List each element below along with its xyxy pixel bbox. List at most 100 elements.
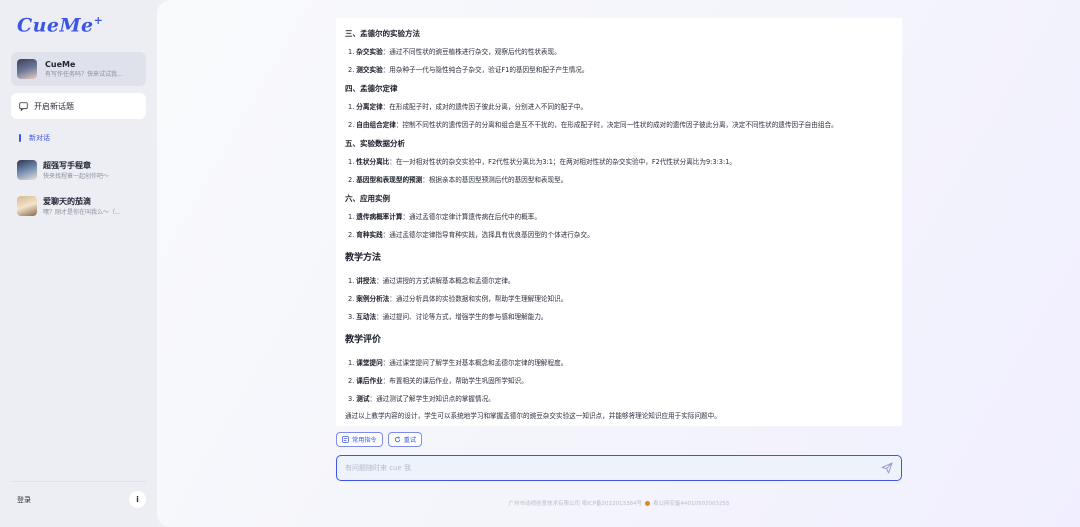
list-item: 3. 测试：通过测试了解学生对知识点的掌握情况。 — [345, 390, 894, 408]
list-item: 2. 课后作业：布置相关的课后作业，帮助学生巩固所学知识。 — [345, 372, 894, 390]
list-text: ：通过提问、讨论等方式，增强学生的参与感和理解能力。 — [376, 313, 548, 321]
command-icon — [342, 436, 349, 443]
list-number: 2. — [348, 121, 355, 129]
list-text: ：在一对相对性状的杂交实验中，F2代性状分离比为3:1；在两对相对性状的杂交实验… — [389, 158, 737, 166]
chat-message-content: 三、孟德尔的实验方法 1. 杂交实验：通过不同性状的豌豆植株进行杂交，观察后代的性状… — [336, 18, 902, 426]
list-term: 性状分离比 — [356, 158, 390, 166]
cueme-logo[interactable]: CueMe+ — [17, 14, 146, 40]
list-text: ：控制不同性状的遗传因子的分离和组合是互不干扰的，在形成配子时，决定同一性状的成… — [395, 121, 838, 129]
chatter-avatar — [17, 196, 37, 216]
new-topic-label: 开启新话题 — [34, 101, 74, 111]
site-footer: 广州市动视创意技术有限公司 粤ICP备2022013384号 粤公网安备4401… — [336, 499, 902, 507]
list-number: 2. — [348, 176, 355, 184]
list-term: 基因型和表现型的预测 — [356, 176, 423, 184]
assistant-name: 超强写手程章 — [43, 161, 91, 170]
sidebar: CueMe+ CueMe 有写作任务吗？快来试试我... 开启新话题 新对话 超… — [0, 0, 157, 527]
retry-label: 重试 — [403, 437, 417, 444]
writer-avatar — [17, 160, 37, 180]
list-term: 测交实验 — [356, 66, 383, 74]
retry-button[interactable]: 重试 — [387, 432, 423, 447]
main-panel: 三、孟德尔的实验方法 1. 杂交实验：通过不同性状的豌豆植株进行杂交，观察后代的性状… — [157, 0, 1080, 527]
section-heading: 四、孟德尔定律 — [345, 84, 398, 93]
list-number: 2. — [348, 231, 355, 239]
list-text: ：通过分析具体的实验数据和实例，帮助学生理解理论知识。 — [389, 295, 568, 303]
list-number: 1. — [348, 158, 355, 166]
list-number: 1. — [348, 213, 355, 221]
list-term: 分离定律 — [356, 103, 383, 111]
list-number: 1. — [348, 103, 355, 111]
section-heading: 三、孟德尔的实验方法 — [345, 29, 420, 38]
list-number: 2. — [348, 66, 355, 74]
list-item: 2. 测交实验：用杂种子一代与隐性纯合子杂交，验证F1的基因型和配子产生情况。 — [345, 61, 894, 79]
list-term: 案例分析法 — [356, 295, 390, 303]
cueme-avatar — [17, 59, 37, 79]
icp-record[interactable]: 广州市动视创意技术有限公司 粤ICP备2022013384号 — [508, 499, 642, 507]
assistant-name: 爱聊天的茄滴 — [43, 197, 91, 206]
sidebar-footer: 登录 i — [11, 481, 146, 509]
assistant-subtitle: 有写作任务吗？快来试试我... — [45, 71, 123, 78]
police-badge-icon — [645, 500, 651, 506]
logo-plus: + — [93, 14, 104, 27]
section-heading: 教学评价 — [345, 335, 382, 345]
list-term: 育种实践 — [356, 231, 383, 239]
list-number: 3. — [348, 313, 355, 321]
list-text: ：通过孟德尔定律指导育种实践，选择具有优良基因型的个体进行杂交。 — [382, 231, 594, 239]
assistant-item-writer[interactable]: 超强写手程章 快来找程章一起创作吧～ — [11, 157, 146, 183]
list-term: 讲授法 — [356, 277, 377, 285]
list-item: 1. 遗传病概率计算：通过孟德尔定律计算遗传病在后代中的概率。 — [345, 208, 894, 226]
list-text: ：通过测试了解学生对知识点的掌握情况。 — [369, 395, 495, 403]
logo-text: CueMe — [17, 14, 94, 37]
assistant-item-chatter[interactable]: 爱聊天的茄滴 嘿？刚才是你在叫我么～（... — [11, 193, 146, 219]
list-term: 测试 — [356, 395, 370, 403]
list-text: ：布置相关的课后作业，帮助学生巩固所学知识。 — [382, 377, 528, 385]
section-heading: 五、实验数据分析 — [345, 139, 405, 148]
list-text: ：通过孟德尔定律计算遗传病在后代中的概率。 — [402, 213, 541, 221]
summary-paragraph: 通过以上教学内容的设计，学生可以系统地学习和掌握孟德尔的豌豆杂交实验这一知识点，… — [345, 412, 721, 420]
list-number: 1. — [348, 277, 355, 285]
list-text: ：根据亲本的基因型预测后代的基因型和表现型。 — [422, 176, 568, 184]
list-term: 课后作业 — [356, 377, 383, 385]
list-item: 1. 讲授法：通过讲授的方式讲解基本概念和孟德尔定律。 — [345, 272, 894, 290]
common-commands-label: 常用指令 — [352, 437, 377, 444]
list-number: 1. — [348, 359, 355, 367]
list-text: ：在形成配子时，成对的遗传因子彼此分离，分别进入不同的配子中。 — [382, 103, 588, 111]
list-text: ：用杂种子一代与隐性纯合子杂交，验证F1的基因型和配子产生情况。 — [382, 66, 589, 74]
list-number: 2. — [348, 295, 355, 303]
message-input[interactable] — [345, 464, 881, 472]
list-item: 1. 分离定律：在形成配子时，成对的遗传因子彼此分离，分别进入不同的配子中。 — [345, 98, 894, 116]
list-term: 自由组合定律 — [356, 121, 396, 129]
list-item: 2. 案例分析法：通过分析具体的实验数据和实例，帮助学生理解理论知识。 — [345, 290, 894, 308]
list-number: 2. — [348, 377, 355, 385]
new-chat-label: 新对话 — [29, 134, 50, 142]
new-topic-button[interactable]: 开启新话题 — [11, 93, 146, 119]
section-heading: 六、应用实例 — [345, 194, 390, 203]
list-term: 遗传病概率计算 — [356, 213, 403, 221]
list-number: 3. — [348, 395, 355, 403]
list-item: 1. 性状分离比：在一对相对性状的杂交实验中，F2代性状分离比为3:1；在两对相对… — [345, 153, 894, 171]
list-item: 1. 杂交实验：通过不同性状的豌豆植株进行杂交，观察后代的性状表现。 — [345, 43, 894, 61]
login-link[interactable]: 登录 — [11, 495, 31, 505]
list-text: ：通过讲授的方式讲解基本概念和孟德尔定律。 — [376, 277, 515, 285]
list-term: 课堂提问 — [356, 359, 383, 367]
send-icon[interactable] — [881, 462, 893, 474]
list-item: 3. 互动法：通过提问、讨论等方式，增强学生的参与感和理解能力。 — [345, 308, 894, 326]
list-text: ：通过不同性状的豌豆植株进行杂交，观察后代的性状表现。 — [382, 48, 561, 56]
assistant-subtitle: 嘿？刚才是你在叫我么～（... — [43, 209, 121, 216]
active-indicator — [19, 134, 21, 142]
conversation-item-new[interactable]: 新对话 — [11, 131, 146, 145]
list-text: ：通过课堂提问了解学生对基本概念和孟德尔定律的理解程度。 — [382, 359, 568, 367]
list-item: 2. 育种实践：通过孟德尔定律指导育种实践，选择具有优良基因型的个体进行杂交。 — [345, 226, 894, 244]
message-input-box[interactable] — [336, 455, 902, 481]
list-term: 杂交实验 — [356, 48, 383, 56]
police-record[interactable]: 粤公网安备44010502003255 — [653, 499, 730, 507]
refresh-icon — [394, 436, 400, 443]
common-commands-button[interactable]: 常用指令 — [336, 432, 383, 447]
cueme-assistant-card[interactable]: CueMe 有写作任务吗？快来试试我... — [11, 52, 146, 86]
list-item: 1. 课堂提问：通过课堂提问了解学生对基本概念和孟德尔定律的理解程度。 — [345, 354, 894, 372]
assistant-name: CueMe — [45, 60, 76, 69]
chat-add-icon — [19, 101, 28, 111]
info-icon[interactable]: i — [129, 491, 146, 508]
list-number: 1. — [348, 48, 355, 56]
action-chips: 常用指令 重试 — [336, 432, 423, 447]
list-term: 互动法 — [356, 313, 377, 321]
